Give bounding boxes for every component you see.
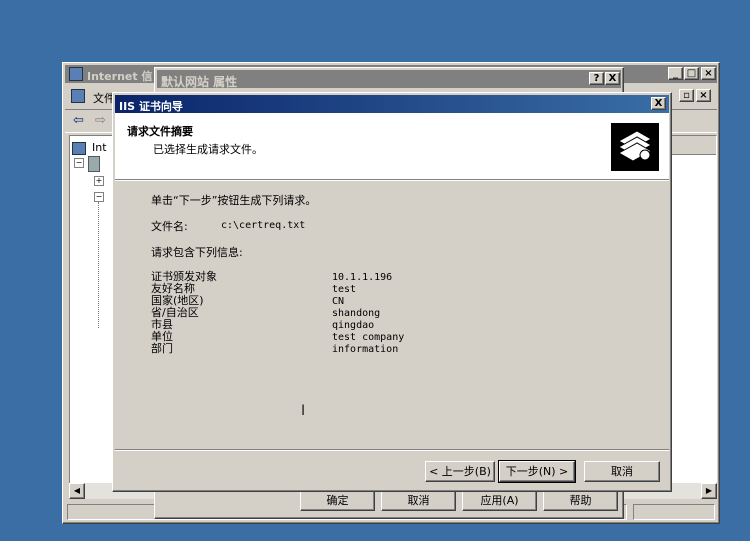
tree-root-icon (72, 142, 86, 155)
certificate-icon (611, 123, 659, 171)
info-row-value: information (332, 344, 399, 355)
mmc-title: Internet 信 (87, 70, 153, 83)
text-cursor-icon: I (301, 403, 306, 419)
tree-expand-icon[interactable]: + (94, 176, 104, 186)
tree-expand-icon[interactable]: − (74, 158, 84, 168)
info-row-value: test (332, 284, 357, 295)
wizard-title: IIS 证书向导 (119, 100, 183, 113)
tree-root-label[interactable]: Int (92, 141, 107, 154)
restore-child-button[interactable]: ▫ (679, 89, 694, 102)
back-button[interactable]: < 上一步(B) (425, 461, 495, 482)
mmc-icon (69, 67, 83, 81)
cancel-button[interactable]: 取消 (381, 490, 456, 511)
help-button[interactable]: ? (589, 72, 604, 85)
info-row-value: test company (332, 332, 405, 343)
info-row-value: 10.1.1.196 (332, 272, 393, 283)
wizard-header: 请求文件摘要 已选择生成请求文件。 (115, 113, 669, 180)
info-row-value: CN (332, 296, 345, 307)
close-child-button[interactable]: × (696, 89, 711, 102)
info-row-value: shandong (332, 308, 381, 319)
header-title: 请求文件摘要 (127, 125, 193, 138)
properties-titlebar[interactable]: 默认网站 属性 ? X (157, 70, 621, 89)
apply-button[interactable]: 应用(A) (462, 490, 537, 511)
mmc-menu-icon (71, 89, 85, 103)
tree-pane: Int − + − (69, 135, 113, 487)
wizard-titlebar[interactable]: IIS 证书向导 X (115, 95, 669, 113)
help-footer-button[interactable]: 帮助 (543, 490, 618, 511)
footer-divider (115, 449, 669, 451)
info-row-label: 部门 (151, 342, 173, 355)
properties-close-button[interactable]: X (605, 72, 620, 85)
instruction-text: 单击“下一步”按钮生成下列请求。 (151, 194, 317, 207)
result-pane (671, 135, 717, 487)
tree-line (98, 202, 100, 328)
server-icon (88, 156, 100, 172)
minimize-button[interactable]: _ (668, 67, 683, 80)
ok-button[interactable]: 确定 (300, 490, 375, 511)
column-header[interactable] (672, 136, 716, 155)
scroll-right-button[interactable]: ▶ (701, 483, 717, 499)
file-name-value: c:\certreq.txt (221, 220, 306, 231)
close-button[interactable]: × (701, 67, 716, 80)
maximize-button[interactable]: □ (684, 67, 699, 80)
wizard-close-button[interactable]: X (651, 97, 666, 110)
header-subtitle: 已选择生成请求文件。 (153, 143, 263, 156)
scroll-left-button[interactable]: ◀ (69, 483, 85, 499)
status-panel (633, 504, 715, 520)
wizard-dialog: IIS 证书向导 X 请求文件摘要 已选择生成请求文件。 单击“下一步”按钮生成… (112, 92, 672, 492)
info-row-value: qingdao (332, 320, 375, 331)
info-label: 请求包含下列信息: (151, 246, 243, 259)
properties-title: 默认网站 属性 (161, 75, 238, 89)
file-name-label: 文件名: (151, 220, 188, 233)
back-arrow-icon[interactable]: ⇦ (73, 113, 84, 128)
header-divider (115, 180, 669, 181)
wizard-cancel-button[interactable]: 取消 (584, 461, 660, 482)
tree-expand-icon[interactable]: − (94, 192, 104, 202)
next-button[interactable]: 下一步(N) > (498, 460, 576, 483)
forward-arrow-icon[interactable]: ⇨ (95, 113, 106, 128)
